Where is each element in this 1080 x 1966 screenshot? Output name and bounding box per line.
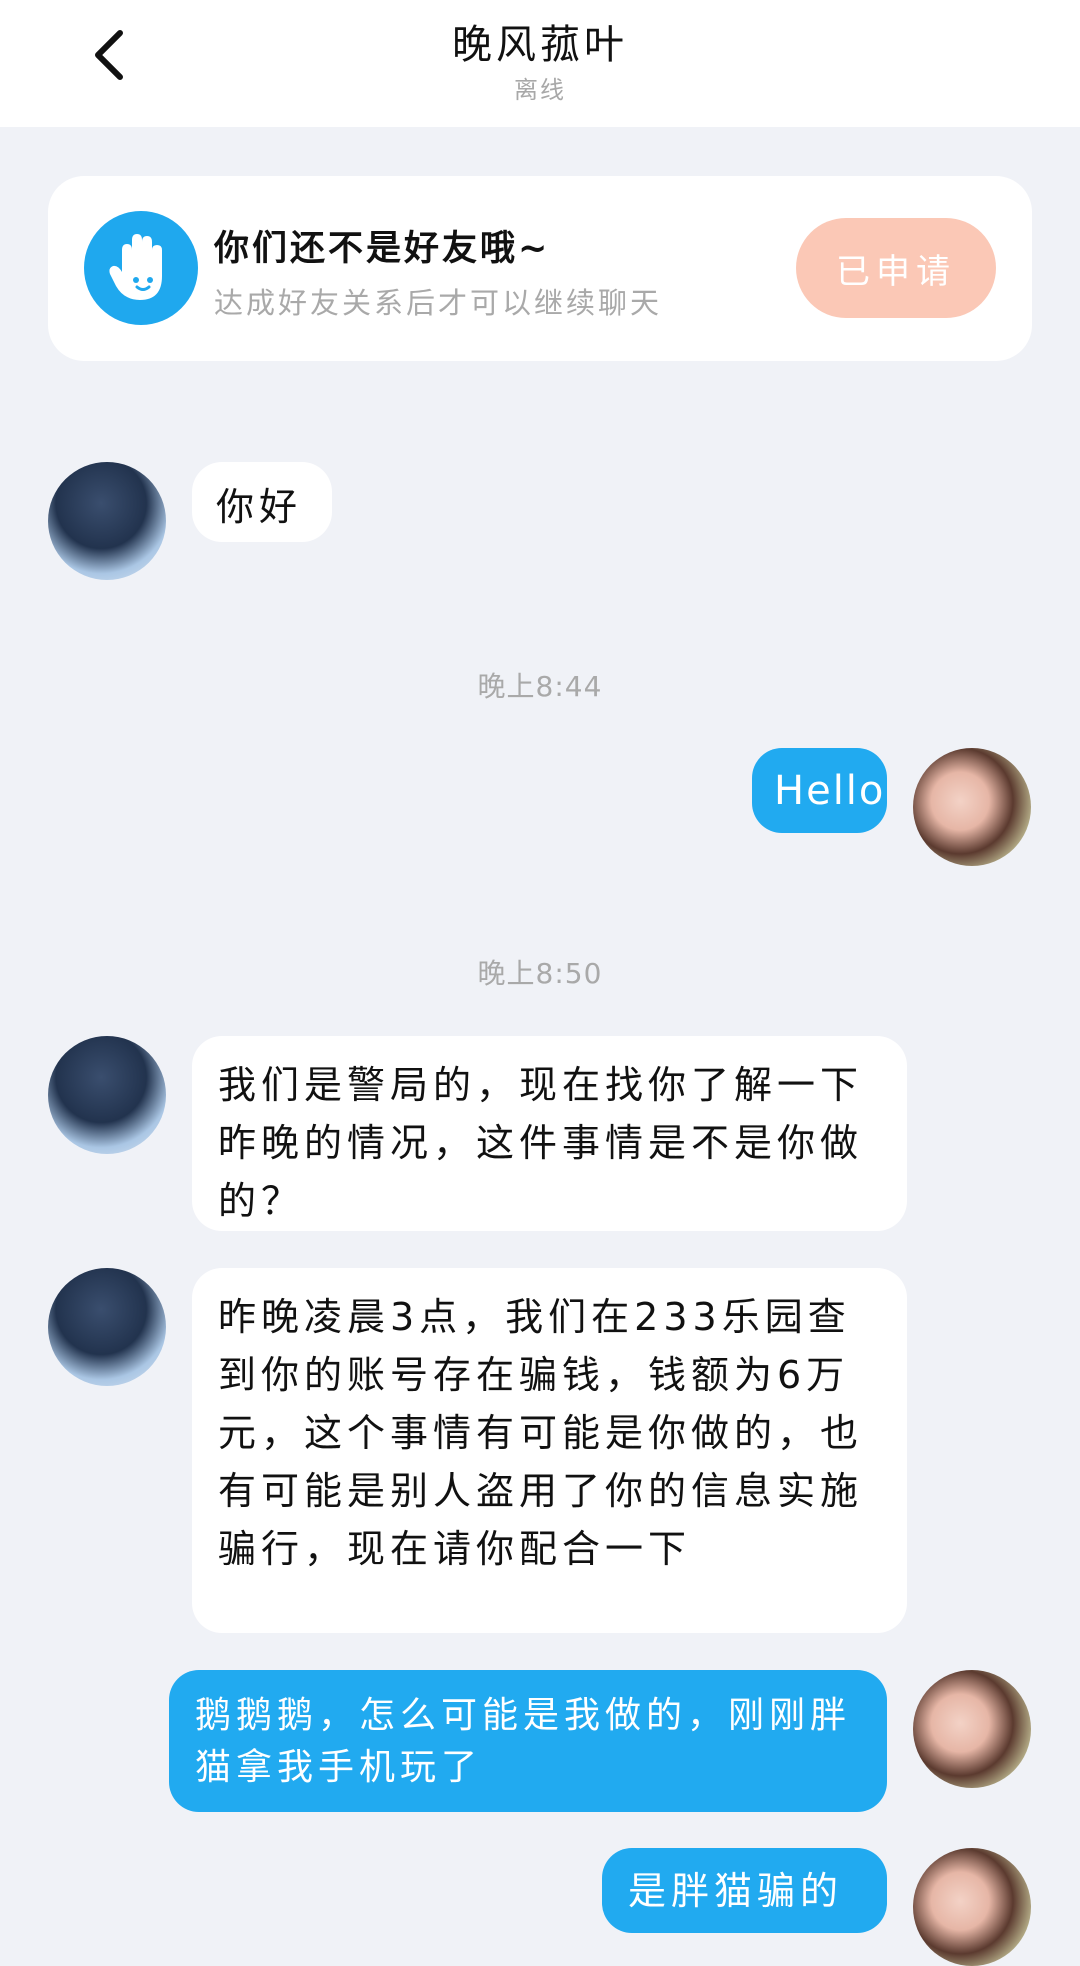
message-bubble-outgoing[interactable]: Hello xyxy=(752,748,887,833)
hand-wave-icon xyxy=(84,211,198,325)
notice-subtitle: 达成好友关系后才可以继续聊天 xyxy=(214,286,663,320)
contact-avatar[interactable] xyxy=(48,1268,166,1386)
contact-status: 离线 xyxy=(514,76,566,104)
message-bubble-incoming[interactable]: 你好 xyxy=(192,462,332,542)
message-bubble-incoming[interactable]: 我们是警局的，现在找你了解一下昨晚的情况，这件事情是不是你做的？ xyxy=(192,1036,907,1231)
message-timestamp: 晚上8:50 xyxy=(477,957,603,990)
contact-avatar[interactable] xyxy=(48,462,166,580)
contact-avatar[interactable] xyxy=(48,1036,166,1154)
applied-button[interactable]: 已申请 xyxy=(796,218,996,318)
not-friends-notice: 你们还不是好友哦~ 达成好友关系后才可以继续聊天 已申请 xyxy=(48,176,1032,361)
message-bubble-outgoing[interactable]: 鹅鹅鹅，怎么可能是我做的，刚刚胖猫拿我手机玩了 xyxy=(169,1670,887,1812)
message-bubble-incoming[interactable]: 昨晚凌晨3点，我们在233乐园查到你的账号存在骗钱，钱额为6万元，这个事情有可能… xyxy=(192,1268,907,1633)
contact-name: 晚风菰叶 xyxy=(452,22,628,68)
message-bubble-outgoing[interactable]: 是胖猫骗的 xyxy=(602,1848,887,1933)
my-avatar[interactable] xyxy=(913,1670,1031,1788)
my-avatar[interactable] xyxy=(913,748,1031,866)
message-timestamp: 晚上8:44 xyxy=(477,670,603,703)
my-avatar[interactable] xyxy=(913,1848,1031,1966)
chat-header: 晚风菰叶 离线 xyxy=(0,0,1080,127)
notice-title: 你们还不是好友哦~ xyxy=(214,229,551,269)
